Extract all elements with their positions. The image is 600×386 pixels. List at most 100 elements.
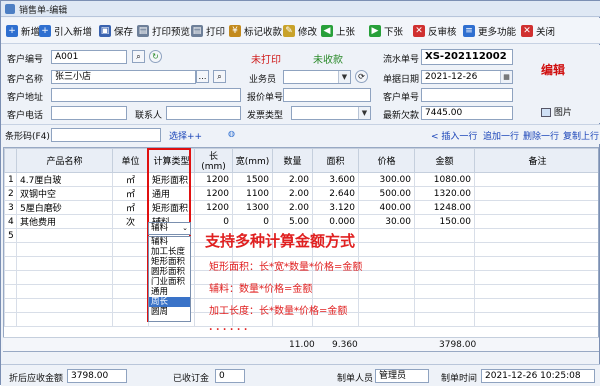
table-cell[interactable]: 1300 xyxy=(232,200,273,215)
dropdown-option[interactable]: 矩形面积 xyxy=(149,257,190,267)
table-cell[interactable]: 5.00 xyxy=(272,214,313,229)
barcode-input[interactable] xyxy=(51,128,161,142)
table-cell[interactable]: 次 xyxy=(112,214,149,229)
print-button[interactable]: ▤ 打印 xyxy=(191,23,225,39)
modify-button[interactable]: ✎ 修改 xyxy=(283,23,317,39)
refresh-icon[interactable]: ⟳ xyxy=(355,70,368,83)
save-button[interactable]: ▣ 保存 xyxy=(99,23,133,39)
table-cell[interactable]: 0 xyxy=(232,214,273,229)
table-cell[interactable]: 4 xyxy=(4,214,17,229)
customer-addr-field[interactable] xyxy=(51,88,241,102)
table-cell[interactable]: 1200 xyxy=(194,172,233,187)
table-cell[interactable]: 1080.00 xyxy=(414,172,475,187)
unaudit-button[interactable]: ✕ 反审核 xyxy=(413,23,457,39)
customer-name-field[interactable]: 张三小店 xyxy=(51,70,196,84)
delete-row-link[interactable]: 删除一行 xyxy=(523,129,559,142)
table-cell[interactable]: 2.640 xyxy=(312,186,359,201)
dropdown-option[interactable]: 圆周 xyxy=(149,307,190,317)
dropdown-option[interactable]: 圆形面积 xyxy=(149,267,190,277)
table-cell[interactable]: 2.00 xyxy=(272,200,313,215)
customer-code-field[interactable]: A001 xyxy=(51,50,127,64)
serial-field[interactable]: XS-202112002 xyxy=(421,49,513,65)
next-button[interactable]: ▶ 下张 xyxy=(369,23,403,39)
table-cell[interactable] xyxy=(474,172,598,187)
table-cell[interactable]: 150.00 xyxy=(414,214,475,229)
table-cell[interactable]: 2.00 xyxy=(272,186,313,201)
insert-row-link[interactable]: < 插入一行 xyxy=(431,129,477,142)
table-cell[interactable]: 1200 xyxy=(194,200,233,215)
table-cell[interactable]: 1 xyxy=(4,172,17,187)
table-cell[interactable] xyxy=(474,200,598,215)
table-row[interactable]: 3 5厘白磨砂㎡矩形面积 1200 1300 2.00 3.120 400.00 1248.0… xyxy=(4,200,598,215)
column-header[interactable]: 金额 xyxy=(414,148,475,173)
calendar-icon[interactable]: ▦ xyxy=(500,71,512,83)
table-cell[interactable]: ㎡ xyxy=(112,186,149,201)
table-cell[interactable]: ㎡ xyxy=(112,200,149,215)
search-icon[interactable]: ⌕ xyxy=(213,70,226,83)
table-cell[interactable]: 5 xyxy=(4,228,17,243)
image-button[interactable]: 图片 xyxy=(541,105,572,118)
column-header[interactable]: 长(mm) xyxy=(194,148,233,173)
close-button[interactable]: ✕ 关闭 xyxy=(521,23,555,39)
print-preview-button[interactable]: ▤ 打印预览 xyxy=(137,23,190,39)
table-cell[interactable]: 30.00 xyxy=(358,214,415,229)
table-cell[interactable]: 300.00 xyxy=(358,172,415,187)
refresh-icon[interactable]: ↻ xyxy=(149,50,162,63)
table-cell[interactable]: 2.00 xyxy=(272,172,313,187)
table-cell[interactable]: ㎡ xyxy=(112,172,149,187)
table-row[interactable]: 2 双钢中空㎡通用 1200 1100 2.00 2.640 500.00 1320.00 xyxy=(4,186,598,201)
table-cell[interactable] xyxy=(16,228,113,243)
calc-type-select[interactable]: 辅料 ⌄ xyxy=(148,222,191,235)
chevron-down-icon[interactable]: ▼ xyxy=(338,71,350,83)
column-header[interactable]: 数量 xyxy=(272,148,313,173)
new-button[interactable]: + 新增 xyxy=(6,23,40,39)
table-cell[interactable]: 其他费用 xyxy=(16,214,113,229)
table-cell[interactable]: 2 xyxy=(4,186,17,201)
append-row-link[interactable]: 追加一行 xyxy=(483,129,519,142)
dropdown-option[interactable]: 辅料 xyxy=(149,237,190,247)
customer-doc-field[interactable] xyxy=(421,88,513,102)
column-header[interactable]: 面积 xyxy=(312,148,359,173)
mark-received-button[interactable]: ¥ 标记收款 xyxy=(229,23,282,39)
table-cell[interactable]: 1248.00 xyxy=(414,200,475,215)
column-header[interactable]: 单位 xyxy=(112,148,149,173)
chevron-down-icon[interactable]: ⌄ xyxy=(182,223,188,234)
dropdown-option[interactable]: 加工长度 xyxy=(149,247,190,257)
table-cell[interactable]: 500.00 xyxy=(358,186,415,201)
table-cell[interactable]: 双钢中空 xyxy=(16,186,113,201)
globe-icon[interactable]: ◍ xyxy=(225,128,238,141)
table-cell[interactable]: 1100 xyxy=(232,186,273,201)
table-cell[interactable]: 1320.00 xyxy=(414,186,475,201)
import-new-button[interactable]: + 引入新增 xyxy=(39,23,92,39)
dropdown-option[interactable]: 周长 xyxy=(149,297,190,307)
chevron-down-icon[interactable]: ▼ xyxy=(358,107,370,119)
table-cell[interactable]: 1500 xyxy=(232,172,273,187)
column-header[interactable]: 宽(mm) xyxy=(232,148,273,173)
table-cell[interactable]: 3.120 xyxy=(312,200,359,215)
column-header[interactable]: 备注 xyxy=(474,148,598,173)
table-row[interactable]: 4其他费用次辅料005.000.00030.00150.00 xyxy=(4,214,598,229)
table-cell[interactable] xyxy=(474,214,598,229)
table-cell[interactable] xyxy=(474,186,598,201)
dropdown-option[interactable]: 门业面积 xyxy=(149,277,190,287)
more-button[interactable]: ≡ 更多功能 xyxy=(463,23,516,39)
table-cell[interactable]: 0.000 xyxy=(312,214,359,229)
table-cell[interactable]: 5厘白磨砂 xyxy=(16,200,113,215)
column-header[interactable] xyxy=(4,148,17,173)
table-row[interactable]: 1 4.7厘白玻㎡矩形面积 1200 1500 2.00 3.600 300.00 1080.… xyxy=(4,172,598,187)
table-cell[interactable] xyxy=(112,228,149,243)
table-cell[interactable]: 3.600 xyxy=(312,172,359,187)
quote-no-field[interactable] xyxy=(283,88,371,102)
dropdown-option[interactable]: 通用 xyxy=(149,287,190,297)
contact-field[interactable] xyxy=(166,106,241,120)
prev-button[interactable]: ◀ 上张 xyxy=(321,23,355,39)
calc-type-dropdown[interactable]: 辅料 加工长度 矩形面积 圆形面积 门业面积 通用 周长 圆周 xyxy=(148,236,191,322)
invoice-type-select[interactable]: ▼ xyxy=(291,106,371,120)
date-field[interactable]: 2021-12-26 ▦ xyxy=(421,70,513,84)
column-header[interactable]: 产品名称 xyxy=(16,148,113,173)
search-icon[interactable]: ⌕ xyxy=(132,50,145,63)
column-header[interactable]: 价格 xyxy=(358,148,415,173)
table-cell[interactable]: 4.7厘白玻 xyxy=(16,172,113,187)
table-cell[interactable]: 1200 xyxy=(194,186,233,201)
copy-row-link[interactable]: 复制上行 xyxy=(563,129,599,142)
